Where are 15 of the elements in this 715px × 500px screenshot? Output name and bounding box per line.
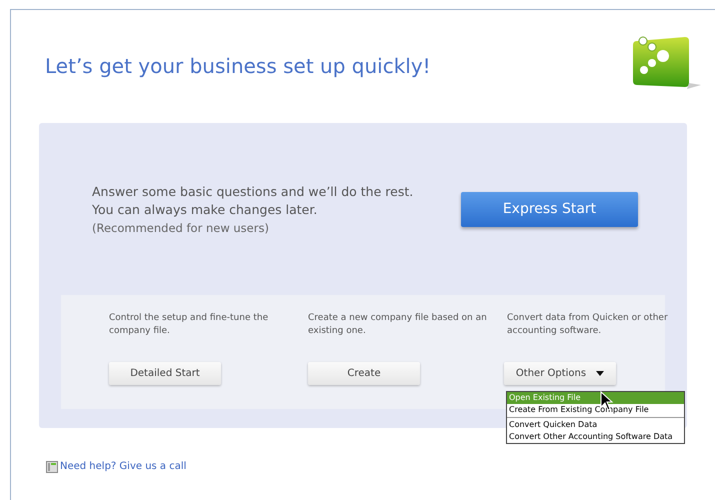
caret-icon — [596, 371, 604, 376]
option-description: Control the setup and fine-tune the company file. — [109, 312, 270, 338]
menu-item[interactable]: Convert Quicken Data — [507, 419, 684, 431]
page-title: Let’s get your business set up quickly! — [45, 53, 431, 80]
help-link[interactable]: Need help? Give us a call — [60, 459, 186, 474]
express-start-button[interactable]: Express Start — [461, 192, 638, 227]
menu-item[interactable]: Convert Other Accounting Software Data — [507, 431, 684, 443]
express-description: Answer some basic questions and we’ll do the rest. You can always make changes later. — [92, 183, 414, 219]
express-note: (Recommended for new users) — [92, 220, 270, 237]
option-button[interactable]: Create — [308, 362, 420, 385]
dropdown-button[interactable]: Other Options — [504, 362, 616, 385]
option-description: Convert data from Quicken or other accounting software. — [507, 312, 669, 338]
menu-item[interactable]: Create From Existing Company File — [507, 404, 684, 416]
option-button[interactable]: Detailed Start — [109, 362, 221, 385]
option-description: Create a new company file based on an existing one. — [308, 312, 488, 338]
